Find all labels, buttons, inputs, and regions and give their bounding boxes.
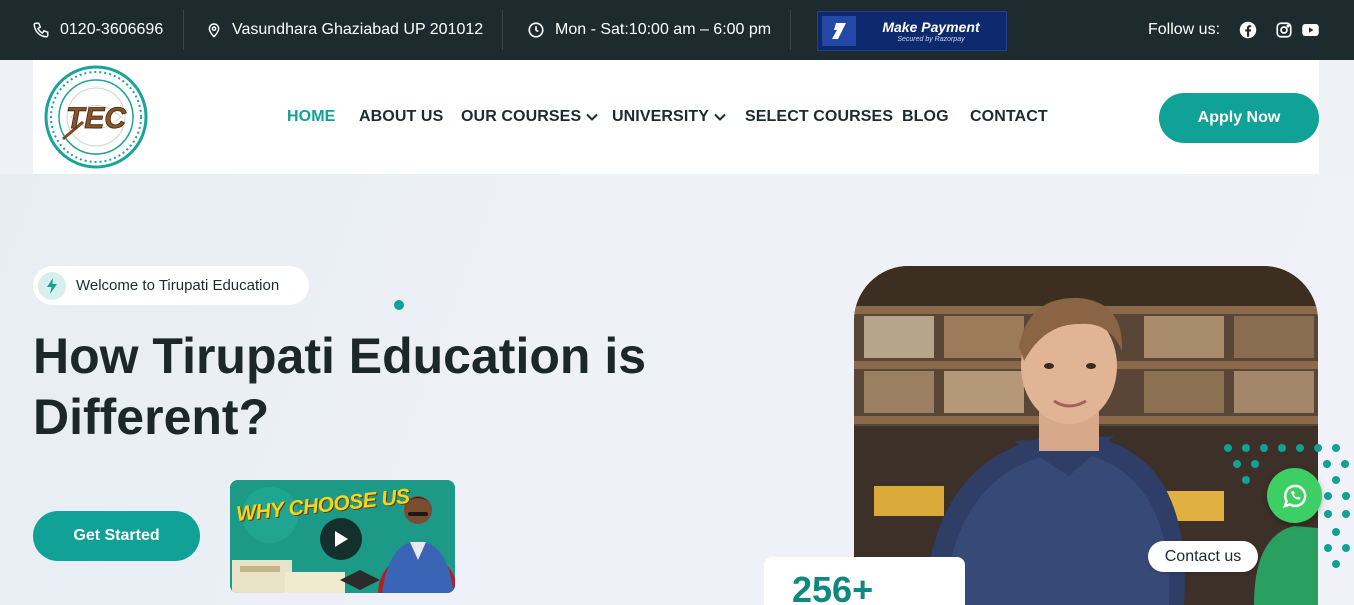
nav-blog[interactable]: BLOG bbox=[902, 108, 949, 126]
get-started-button[interactable]: Get Started bbox=[33, 511, 200, 561]
clock-icon bbox=[528, 22, 544, 38]
apply-now-button[interactable]: Apply Now bbox=[1159, 93, 1319, 143]
divider bbox=[502, 10, 503, 50]
razorpay-logo-icon bbox=[822, 16, 856, 46]
follow-label: Follow us: bbox=[1148, 21, 1221, 38]
whatsapp-button[interactable] bbox=[1267, 468, 1322, 523]
nav-university[interactable]: UNIVERSITY bbox=[612, 108, 726, 126]
stat-card: 256+ bbox=[764, 557, 965, 605]
contact-us-widget[interactable]: Contact us bbox=[1148, 541, 1258, 572]
welcome-text: Welcome to Tirupati Education bbox=[76, 277, 280, 294]
chevron-down-icon bbox=[714, 113, 726, 121]
divider bbox=[183, 10, 184, 50]
logo-text: TEC bbox=[66, 102, 127, 135]
main-navigation: TEC HOME ABOUT US OUR COURSES UNIVERSITY… bbox=[33, 60, 1319, 174]
welcome-badge: Welcome to Tirupati Education bbox=[33, 266, 309, 305]
make-payment-button[interactable]: Make Payment Secured by Razorpay bbox=[817, 11, 1007, 51]
nav-contact[interactable]: CONTACT bbox=[970, 108, 1048, 126]
address-text: Vasundhara Ghaziabad UP 201012 bbox=[232, 21, 484, 38]
chevron-down-icon bbox=[586, 113, 598, 121]
top-info-bar: 0120-3606696 Vasundhara Ghaziabad UP 201… bbox=[0, 0, 1354, 60]
divider bbox=[790, 10, 791, 50]
phone-number: 0120-3606696 bbox=[60, 21, 164, 38]
address-info: Vasundhara Ghaziabad UP 201012 bbox=[206, 0, 483, 60]
youtube-icon[interactable] bbox=[1301, 21, 1320, 39]
stat-value: 256+ bbox=[792, 569, 874, 605]
nav-home[interactable]: HOME bbox=[287, 108, 335, 126]
phone-icon bbox=[33, 22, 49, 38]
nav-select-courses[interactable]: SELECT COURSES bbox=[745, 108, 893, 126]
tec-logo[interactable]: TEC bbox=[43, 64, 149, 170]
video-thumbnail[interactable]: WHY CHOOSE US bbox=[230, 480, 455, 593]
hours-text: Mon - Sat:10:00 am – 6:00 pm bbox=[555, 21, 772, 38]
nav-about-us[interactable]: ABOUT US bbox=[359, 108, 443, 126]
phone-info[interactable]: 0120-3606696 bbox=[32, 0, 163, 60]
whatsapp-icon bbox=[1282, 484, 1306, 508]
hours-info: Mon - Sat:10:00 am – 6:00 pm bbox=[527, 0, 771, 60]
facebook-icon[interactable] bbox=[1239, 21, 1257, 39]
lightning-icon bbox=[38, 271, 66, 300]
payment-subtitle: Secured by Razorpay bbox=[897, 36, 965, 43]
map-pin-icon bbox=[208, 23, 220, 38]
play-icon[interactable] bbox=[320, 518, 362, 560]
decorative-dot bbox=[394, 300, 404, 310]
nav-our-courses[interactable]: OUR COURSES bbox=[461, 108, 598, 126]
instagram-icon[interactable] bbox=[1275, 21, 1293, 39]
hero-headline: How Tirupati Education is Different? bbox=[33, 328, 647, 445]
payment-title: Make Payment bbox=[882, 19, 980, 35]
